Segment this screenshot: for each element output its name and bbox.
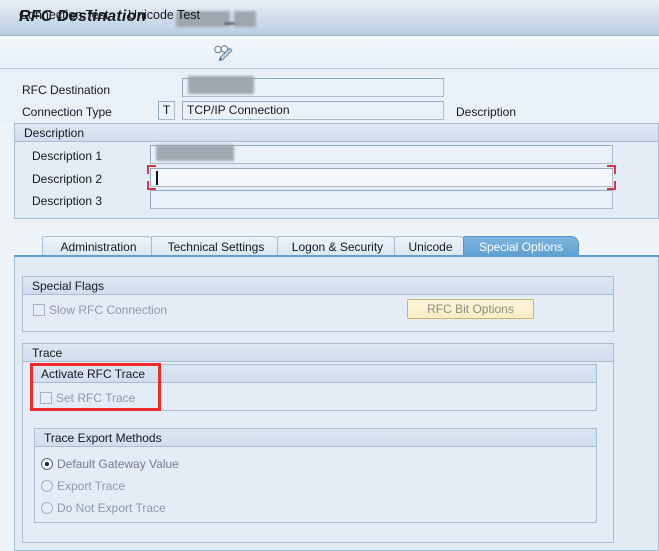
tab-strip: Administration Technical Settings Logon … bbox=[14, 236, 659, 256]
radio-do-not-export-trace-label: Do Not Export Trace bbox=[57, 501, 166, 515]
redacted-title-block-2 bbox=[234, 11, 256, 27]
set-rfc-trace-checkbox[interactable] bbox=[40, 392, 52, 404]
radio-do-not-export-trace[interactable] bbox=[41, 502, 53, 514]
radio-export-trace-row[interactable]: Export Trace bbox=[41, 479, 125, 493]
tab-special-options[interactable]: Special Options bbox=[463, 236, 579, 256]
radio-do-not-export-trace-row[interactable]: Do Not Export Trace bbox=[41, 501, 166, 515]
connection-type-label: Connection Type bbox=[22, 105, 112, 119]
glasses-pencil-icon[interactable] bbox=[213, 44, 233, 62]
description-column-label: Description bbox=[456, 105, 517, 119]
description-3-input[interactable] bbox=[150, 190, 613, 209]
radio-default-gateway-value-row[interactable]: Default Gateway Value bbox=[41, 457, 179, 471]
trace-group-title: Trace bbox=[23, 344, 613, 362]
tab-logon-security[interactable]: Logon & Security bbox=[277, 236, 398, 256]
rfc-bit-options-button[interactable]: RFC Bit Options bbox=[407, 299, 534, 319]
radio-default-gateway-value[interactable] bbox=[41, 458, 53, 470]
set-rfc-trace-label: Set RFC Trace bbox=[56, 391, 136, 405]
unicode-test-button[interactable]: Unicode Test bbox=[128, 8, 200, 22]
trace-export-methods-group-title: Trace Export Methods bbox=[35, 429, 596, 447]
description-2-input[interactable] bbox=[150, 168, 613, 187]
tab-technical-settings[interactable]: Technical Settings bbox=[151, 236, 281, 256]
radio-export-trace[interactable] bbox=[41, 480, 53, 492]
set-rfc-trace-checkbox-row[interactable]: Set RFC Trace bbox=[40, 391, 135, 405]
slow-rfc-connection-checkbox-row[interactable]: Slow RFC Connection bbox=[33, 303, 167, 317]
description-1-label: Description 1 bbox=[32, 149, 103, 163]
redacted-description-1-value bbox=[156, 145, 234, 161]
slow-rfc-connection-label: Slow RFC Connection bbox=[49, 303, 168, 317]
tab-unicode[interactable]: Unicode bbox=[394, 236, 467, 256]
connection-type-text-input[interactable]: TCP/IP Connection bbox=[182, 101, 444, 120]
connection-test-button[interactable]: Connection Test bbox=[19, 8, 108, 22]
radio-default-gateway-value-label: Default Gateway Value bbox=[57, 457, 179, 471]
connection-type-code-input[interactable]: T bbox=[158, 101, 175, 120]
activate-rfc-trace-group-title: Activate RFC Trace bbox=[32, 365, 596, 383]
rfc-destination-window: RFC Destination Connection Test Unicode … bbox=[0, 0, 659, 551]
slow-rfc-connection-checkbox[interactable] bbox=[33, 304, 45, 316]
description-group-title: Description bbox=[15, 124, 658, 142]
radio-export-trace-label: Export Trace bbox=[57, 479, 126, 493]
text-cursor bbox=[156, 171, 158, 185]
redacted-rfc-destination-value bbox=[188, 76, 254, 94]
description-2-label: Description 2 bbox=[32, 172, 103, 186]
toolbar bbox=[0, 36, 659, 69]
rfc-destination-label: RFC Destination bbox=[22, 83, 111, 97]
special-flags-group-title: Special Flags bbox=[23, 277, 613, 295]
description-3-label: Description 3 bbox=[32, 194, 103, 208]
tab-administration[interactable]: Administration bbox=[42, 236, 155, 256]
